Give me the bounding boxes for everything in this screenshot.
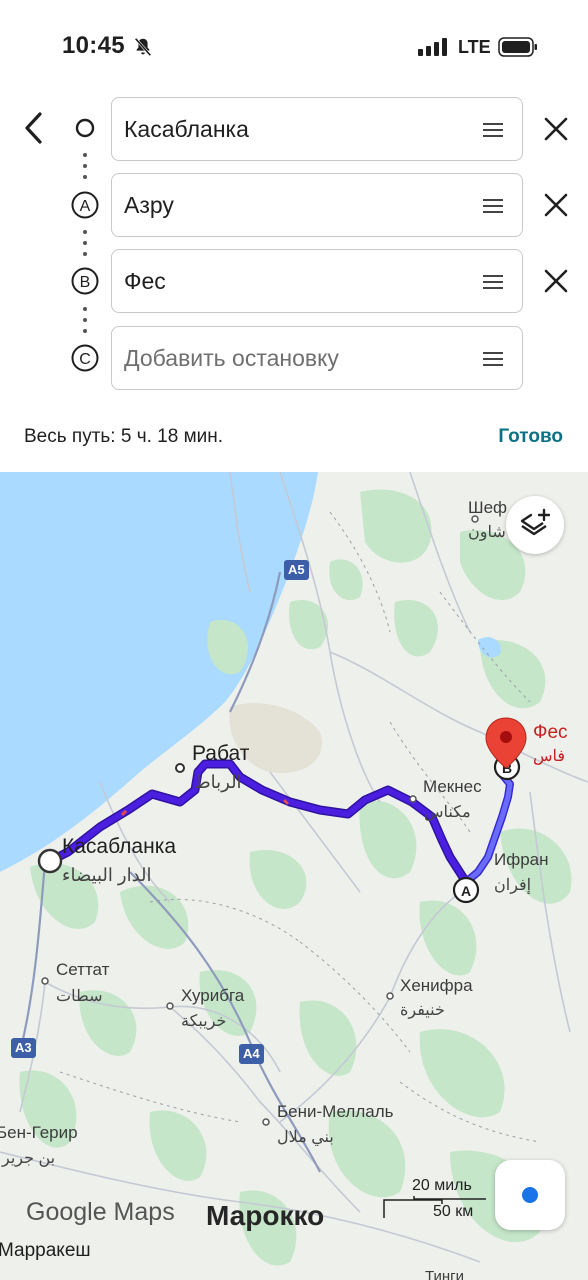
- layers-icon: [520, 508, 551, 536]
- label-ben-guerir: Бен-Герир: [0, 1123, 78, 1142]
- label-meknes-ar: مكناس: [424, 804, 471, 821]
- highway-shield-a3: A3: [11, 1038, 36, 1058]
- label-partial-bottom: Тинги: [425, 1268, 465, 1280]
- directions-panel: Касабланка A Азру B Фес C Добавить остан…: [0, 96, 588, 472]
- origin-marker: [37, 848, 63, 874]
- remove-stop-b-icon[interactable]: [543, 268, 569, 294]
- my-location-icon: [522, 1187, 538, 1203]
- label-chefchaouen: Шеф: [468, 498, 508, 517]
- stop-field-a[interactable]: Азру: [111, 173, 523, 237]
- battery-icon: [498, 37, 537, 57]
- bell-off-icon: [134, 37, 152, 57]
- label-khenifra: Хенифра: [400, 976, 473, 995]
- stop-field-origin[interactable]: Касабланка: [111, 97, 523, 161]
- label-rabat-ar: الرباط: [194, 772, 242, 792]
- label-beni-mellal-ar: بني ملال: [277, 1129, 334, 1146]
- stop-b-marker-icon: B: [71, 267, 99, 295]
- dots-separator-icon: [83, 307, 87, 333]
- label-ifrane-ar: إفران: [494, 877, 532, 894]
- back-arrow-icon[interactable]: [18, 108, 50, 148]
- label-casablanca-ar: الدار البيضاء: [62, 865, 152, 885]
- stop-c-marker-icon: C: [71, 344, 99, 372]
- label-fes-ar: فاس: [533, 748, 566, 765]
- label-meknes: Мекнес: [423, 777, 482, 796]
- route-summary: Весь путь: 5 ч. 18 мин.: [24, 426, 224, 447]
- drag-handle-icon[interactable]: [482, 198, 504, 214]
- map-view[interactable]: A B A5 A3 A4 Шеф شاون Рабат الرباط Касаб…: [0, 472, 588, 1280]
- status-bar: 10:45 LTE: [0, 0, 588, 96]
- svg-text:A: A: [461, 883, 471, 899]
- stop-b-letter: B: [80, 274, 91, 291]
- drag-handle-icon[interactable]: [482, 122, 504, 138]
- label-settat: Сеттат: [56, 960, 110, 979]
- remove-stop-origin-icon[interactable]: [543, 116, 569, 142]
- label-rabat: Рабат: [192, 742, 250, 765]
- label-settat-ar: سطات: [56, 988, 103, 1005]
- label-khenifra-ar: خنيفرة: [400, 1002, 445, 1019]
- scale-km: 50 км: [433, 1203, 474, 1220]
- done-button[interactable]: Готово: [498, 426, 563, 448]
- label-country: Марокко: [206, 1200, 325, 1231]
- label-fes: Фес: [533, 722, 568, 743]
- label-beni-mellal: Бени-Меллаль: [277, 1102, 394, 1121]
- stop-field-b[interactable]: Фес: [111, 249, 523, 313]
- remove-stop-a-icon[interactable]: [543, 192, 569, 218]
- label-khouribga-ar: خريبكة: [181, 1013, 227, 1030]
- label-casablanca: Касабланка: [62, 835, 177, 858]
- stop-c-letter: C: [79, 351, 91, 368]
- label-ifrane: Ифран: [494, 850, 549, 869]
- scale-miles: 20 миль: [412, 1177, 472, 1194]
- stop-a-marker-icon: A: [71, 191, 99, 219]
- label-khouribga: Хурибга: [181, 986, 245, 1005]
- drag-handle-icon[interactable]: [482, 274, 504, 290]
- label-ben-guerir-ar: بن جرير: [2, 1150, 56, 1167]
- stop-field-b-text: Фес: [124, 268, 166, 294]
- highway-shield-a4: A4: [239, 1044, 264, 1064]
- google-maps-logo: Google Maps: [26, 1198, 175, 1226]
- stop-field-origin-text: Касабланка: [124, 116, 249, 142]
- network-type: LTE: [458, 37, 491, 57]
- drag-handle-icon[interactable]: [482, 351, 504, 367]
- label-marrakesh: Марракеш: [0, 1240, 91, 1261]
- signal-icon: [418, 38, 447, 56]
- dots-separator-icon: [83, 153, 87, 179]
- status-time: 10:45: [62, 32, 125, 59]
- origin-circle-icon: [75, 118, 95, 138]
- route-marker-a: A: [452, 876, 480, 904]
- label-chefchaouen-ar: شاون: [468, 524, 506, 541]
- stop-a-letter: A: [80, 198, 91, 215]
- add-stop-field[interactable]: Добавить остановку: [111, 326, 523, 390]
- layers-button[interactable]: [506, 496, 564, 554]
- add-stop-placeholder: Добавить остановку: [124, 345, 339, 371]
- dots-separator-icon: [83, 230, 87, 256]
- highway-shield-a5: A5: [284, 560, 309, 580]
- stop-field-a-text: Азру: [124, 192, 174, 218]
- my-location-button[interactable]: [495, 1160, 565, 1230]
